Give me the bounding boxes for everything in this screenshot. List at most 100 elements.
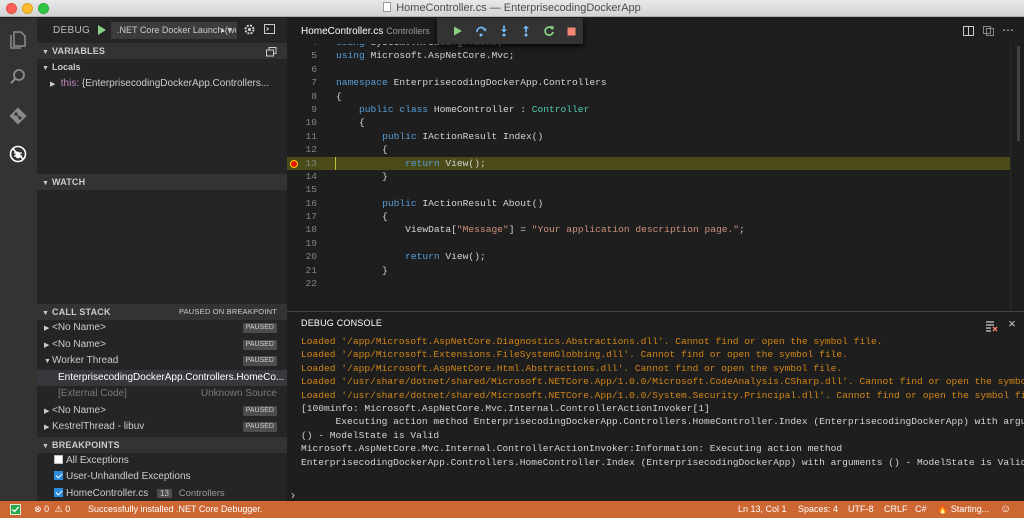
search-icon[interactable] — [6, 65, 30, 89]
line-number: 6 — [311, 63, 317, 75]
open-changes-icon[interactable] — [983, 26, 994, 39]
code-line-current[interactable]: 13 return View(); — [287, 156, 1024, 170]
call-stack-thread[interactable]: ▶ <No Name> PAUSED — [37, 403, 287, 420]
variable-this[interactable]: ▶ this: {EnterprisecodingDockerApp.Contr… — [37, 76, 287, 93]
code-view[interactable]: 4using System.Threading.Tasks;5using Mic… — [287, 36, 1024, 290]
variables-header[interactable]: ▼ VARIABLES — [37, 43, 287, 59]
code-line[interactable]: 8{ — [287, 90, 1024, 103]
frame-source: Unknown Source — [200, 388, 277, 399]
breakpoint-icon[interactable] — [290, 159, 298, 168]
call-stack-thread[interactable]: ▶ <No Name> PAUSED — [37, 320, 287, 337]
code-token: View(); — [445, 251, 486, 263]
source-control-icon[interactable] — [6, 104, 30, 128]
problems-indicator[interactable]: ⊗ 0 ⚠ 0 — [34, 501, 70, 518]
close-window-button[interactable] — [6, 3, 17, 14]
scrollbar-thumb[interactable] — [1017, 46, 1020, 141]
language-mode[interactable]: C# — [915, 501, 927, 518]
feedback-status-icon[interactable] — [10, 504, 21, 518]
step-out-button[interactable] — [515, 25, 538, 37]
breakpoint-item[interactable]: HomeController.cs 13 Controllers — [37, 486, 287, 503]
floating-debug-toolbar — [437, 18, 583, 44]
code-line[interactable]: 20 return View(); — [287, 250, 1024, 263]
code-line[interactable]: 17 { — [287, 210, 1024, 223]
call-stack-thread[interactable]: ▼Worker Thread PAUSED — [37, 353, 287, 370]
debug-console-tab[interactable]: DEBUG CONSOLE — [301, 318, 382, 328]
minimize-window-button[interactable] — [22, 3, 33, 14]
line-number: 11 — [305, 130, 317, 142]
line-number: 8 — [311, 90, 317, 102]
line-number: 22 — [305, 278, 317, 290]
watch-header[interactable]: ▼ WATCH — [37, 174, 287, 190]
code-line[interactable]: 9 public class HomeController : Controll… — [287, 103, 1024, 116]
step-into-button[interactable] — [492, 25, 515, 37]
close-panel-icon[interactable]: × — [1008, 312, 1016, 335]
chevron-right-icon: ▶ — [44, 424, 50, 431]
code-line[interactable]: 5 using Microsoft.AspNetCore.Mvc; — [287, 49, 1024, 62]
locals-scope[interactable]: ▼ Locals — [37, 59, 287, 76]
call-stack-frame-external[interactable]: [External Code] Unknown Source — [37, 386, 287, 403]
smiley-feedback-icon[interactable]: ☺ — [1000, 501, 1011, 518]
call-stack-thread[interactable]: ▶ KestrelThread - libuv PAUSED — [37, 419, 287, 436]
breakpoint-item[interactable]: User-Unhandled Exceptions — [37, 469, 287, 486]
code-line[interactable]: 18 ViewData["Message"] = "Your applicati… — [287, 223, 1024, 236]
code-line[interactable]: 12 { — [287, 143, 1024, 156]
restart-button[interactable] — [538, 25, 561, 37]
settings-gear-icon[interactable] — [243, 23, 256, 39]
breakpoint-checkbox[interactable] — [54, 454, 63, 464]
breakpoints-header[interactable]: ▼ BREAKPOINTS — [37, 436, 287, 453]
continue-button[interactable] — [447, 26, 470, 36]
console-input-prompt[interactable]: › — [291, 488, 295, 502]
code-line[interactable]: 15 — [287, 183, 1024, 196]
editor-tab-title[interactable]: HomeController.cs Controllers — [301, 26, 430, 37]
chevron-down-icon: ▼ — [42, 65, 49, 72]
code-line[interactable]: 6 — [287, 63, 1024, 76]
split-editor-icon[interactable] — [963, 26, 974, 39]
console-line: () - ModelState is Valid — [301, 429, 440, 441]
breakpoint-item[interactable]: All Exceptions — [37, 453, 287, 470]
code-line[interactable]: 14 } — [287, 170, 1024, 183]
more-actions-icon[interactable]: ⋯ — [1002, 23, 1014, 37]
code-token: namespace — [336, 77, 394, 89]
code-line[interactable]: 16 public IActionResult About() — [287, 197, 1024, 210]
explorer-icon[interactable] — [6, 28, 30, 52]
call-stack-thread[interactable]: ▶ <No Name> PAUSED — [37, 337, 287, 354]
line-ending[interactable]: CRLF — [884, 501, 908, 518]
error-icon: ⊗ — [34, 504, 42, 514]
call-stack-status: PAUSED ON BREAKPOINT — [178, 307, 277, 316]
maximize-window-button[interactable] — [38, 3, 49, 14]
code-line[interactable]: 7 namespace EnterprisecodingDockerApp.Con… — [287, 76, 1024, 89]
chevron-right-icon: ▶ — [44, 325, 50, 332]
code-line[interactable]: 21 } — [287, 264, 1024, 277]
code-token: "Your application description page." — [531, 224, 740, 236]
code-token: HomeController : — [433, 103, 532, 115]
call-stack-frame-selected[interactable]: EnterprisecodingDockerApp.Controllers.Ho… — [37, 369, 287, 386]
indentation-setting[interactable]: Spaces: 4 — [798, 501, 838, 518]
open-console-icon[interactable] — [264, 24, 275, 37]
debug-icon[interactable] — [6, 142, 30, 166]
code-token: ] = — [508, 224, 532, 236]
title-bar: HomeController.cs — EnterprisecodingDock… — [0, 0, 1024, 17]
code-line[interactable]: 10 { — [287, 116, 1024, 129]
editor-scrollbar[interactable] — [1010, 44, 1024, 311]
start-debugging-icon[interactable] — [97, 24, 107, 39]
line-number: 10 — [305, 117, 317, 129]
code-line[interactable]: 19 — [287, 237, 1024, 250]
line-number: 19 — [305, 237, 317, 249]
code-line[interactable]: 22 — [287, 277, 1024, 290]
launch-config-select[interactable]: .NET Core Docker Launch (wel ▲▼ — [111, 22, 237, 39]
step-over-button[interactable] — [470, 25, 493, 37]
breakpoint-checkbox[interactable] — [54, 487, 63, 497]
stop-button[interactable] — [560, 27, 583, 36]
omnisharp-status[interactable]: 🔥 Starting... — [937, 501, 989, 518]
code-line[interactable]: 11 public IActionResult Index() — [287, 130, 1024, 143]
status-message: Successfully installed .NET Core Debugge… — [88, 504, 263, 514]
call-stack-header[interactable]: ▼ CALL STACK PAUSED ON BREAKPOINT — [37, 304, 287, 320]
breakpoint-checkbox[interactable] — [54, 471, 63, 480]
paused-badge: PAUSED — [242, 356, 277, 366]
file-encoding[interactable]: UTF-8 — [848, 501, 874, 518]
code-token: public class — [359, 103, 434, 115]
cursor-position[interactable]: Ln 13, Col 1 — [738, 501, 787, 518]
chevron-right-icon: ▶ — [50, 80, 56, 88]
